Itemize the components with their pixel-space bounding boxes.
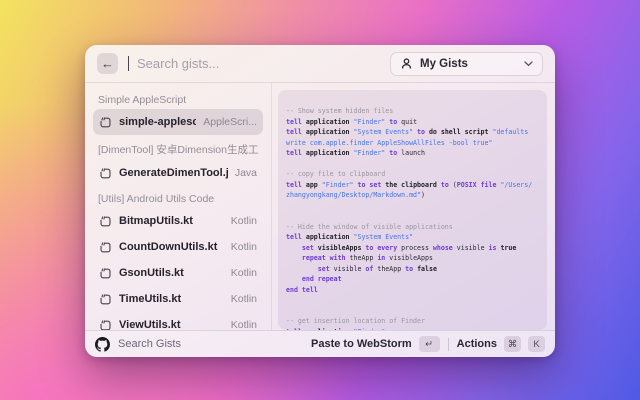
code-line: tell application "System Events" [286,232,539,243]
gist-snippet-icon [99,267,112,280]
gist-list-item[interactable]: BitmapUtils.kt Kotlin [93,208,263,234]
enter-key-icon: ↵ [419,336,440,352]
code-line: zhangyongkang/Desktop/Markdown.md") [286,190,539,201]
section-header: Simple AppleScript [98,94,258,106]
gist-list-item[interactable]: ViewUtils.kt Kotlin [93,312,263,330]
back-arrow-icon: ← [101,57,114,70]
code-preview[interactable]: -- Show system hidden filestell applicat… [278,90,547,330]
filter-label: My Gists [420,58,468,70]
code-line [286,306,539,317]
code-line: tell application "System Events" to do s… [286,127,539,138]
code-line [286,159,539,170]
code-line [286,211,539,222]
gist-language: Kotlin [231,293,257,305]
app-label: Search Gists [118,338,181,350]
text-cursor [128,56,129,71]
gist-language: Kotlin [231,267,257,279]
code-line: repeat with theApp in visibleApps [286,253,539,264]
gist-title: GsonUtils.kt [119,267,224,279]
gists-window: ← My Gists Simple AppleScript simple-appl… [85,45,555,357]
code-line: tell app "Finder" to set the clipboard t… [286,180,539,191]
actions-label: Actions [457,338,497,350]
gist-title: GenerateDimenTool.java [119,167,228,179]
divider [448,338,449,351]
section-header: [Utils] Android Utils Code [98,193,258,205]
preview-pane: -- Show system hidden filestell applicat… [272,83,555,330]
code-line: end repeat [286,274,539,285]
code-line: -- Show system hidden files [286,106,539,117]
code-line [286,295,539,306]
back-button[interactable]: ← [97,53,118,74]
gist-list-item[interactable]: GenerateDimenTool.java Java [93,160,263,186]
gist-language: AppleScri... [203,116,257,128]
search-header: ← My Gists [85,45,555,83]
gist-title: BitmapUtils.kt [119,215,224,227]
code-line: set visible of theApp to false [286,264,539,275]
gist-list-item[interactable]: simple-applescript.a... AppleScri... [93,109,263,135]
primary-action-button[interactable]: Paste to WebStorm ↵ [311,336,440,352]
code-line: -- copy file to clipboard [286,169,539,180]
code-line: -- Hide the window of visible applicatio… [286,222,539,233]
gist-title: simple-applescript.a... [119,116,196,128]
gists-filter-dropdown[interactable]: My Gists [390,52,543,76]
gist-title: CountDownUtils.kt [119,241,224,253]
desktop-background: ← My Gists Simple AppleScript simple-appl… [0,0,640,400]
code-line: -- get insertion location of Finder [286,316,539,327]
gist-language: Kotlin [231,241,257,253]
cmd-key-icon: ⌘ [504,336,521,352]
github-icon [95,337,110,352]
gist-language: Kotlin [231,319,257,330]
person-icon [400,57,413,70]
gist-list-item[interactable]: CountDownUtils.kt Kotlin [93,234,263,260]
gist-snippet-icon [99,319,112,331]
gist-title: ViewUtils.kt [119,319,224,330]
code-line: tell application "Finder" to quit [286,117,539,128]
search-input[interactable] [137,56,382,71]
gist-list-item[interactable]: GsonUtils.kt Kotlin [93,260,263,286]
gist-snippet-icon [99,293,112,306]
gist-snippet-icon [99,167,112,180]
gist-language: Kotlin [231,215,257,227]
code-line: set visibleApps to every process whose v… [286,243,539,254]
code-line: tell application "Finder" to launch [286,148,539,159]
code-line [286,201,539,212]
gist-snippet-icon [99,116,112,129]
actions-button[interactable]: Actions ⌘ K [457,336,545,352]
code-line: end tell [286,285,539,296]
code-line: write com.apple.finder AppleShowAllFiles… [286,138,539,149]
gist-list-item[interactable]: TimeUtils.kt Kotlin [93,286,263,312]
gist-snippet-icon [99,241,112,254]
primary-action-label: Paste to WebStorm [311,338,412,350]
gist-list: Simple AppleScript simple-applescript.a..… [85,83,272,330]
section-header: [DimenTool] 安卓Dimension生成工具 #Java [98,142,258,157]
window-body: Simple AppleScript simple-applescript.a..… [85,83,555,330]
gist-snippet-icon [99,215,112,228]
status-bar: Search Gists Paste to WebStorm ↵ Actions… [85,330,555,357]
k-key-icon: K [528,336,545,352]
chevron-down-icon [524,61,533,67]
gist-language: Java [235,167,257,179]
gist-title: TimeUtils.kt [119,293,224,305]
